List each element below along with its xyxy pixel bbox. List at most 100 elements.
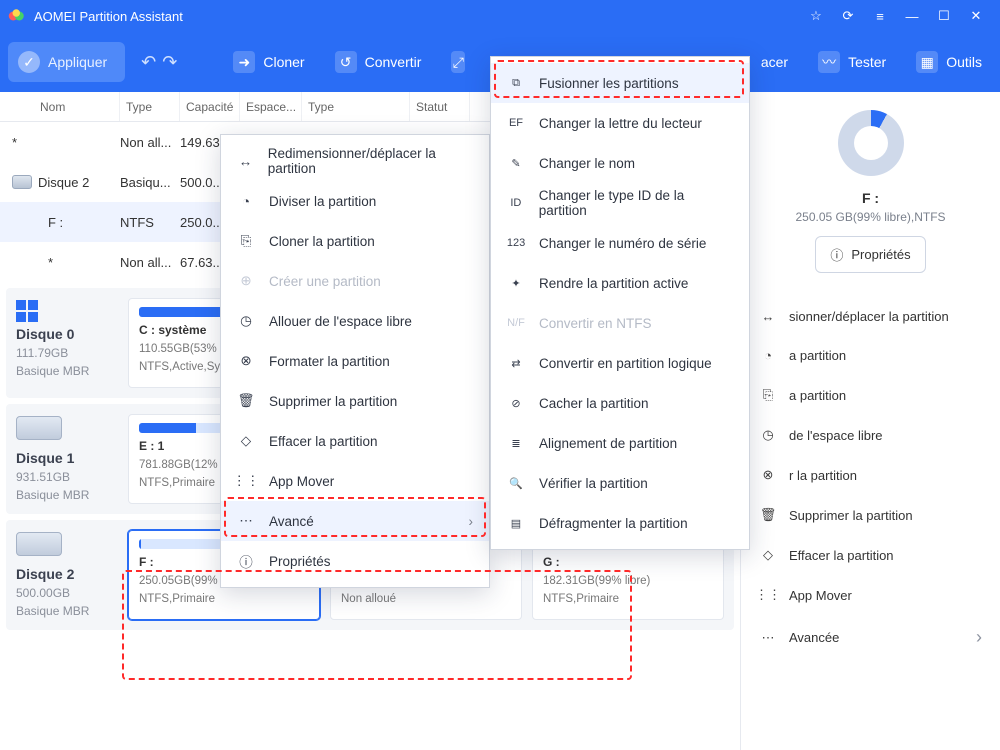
details-title: F : <box>862 190 879 206</box>
submenu-item[interactable]: ✎Changer le nom <box>491 143 749 183</box>
properties-button[interactable]: ⓘPropriétés <box>815 236 925 273</box>
details-action[interactable]: ⎘a partition <box>755 375 986 415</box>
context-menu-item[interactable]: ◔Diviser la partition <box>221 181 489 221</box>
apply-label: Appliquer <box>48 54 107 70</box>
convert-button[interactable]: ↺Convertir <box>325 45 432 79</box>
context-menu-item[interactable]: ⊗Formater la partition <box>221 341 489 381</box>
context-menu-item: ⊕Créer une partition <box>221 261 489 301</box>
details-action[interactable]: ⊗r la partition <box>755 455 986 495</box>
menu-item-label: Défragmenter la partition <box>539 516 688 531</box>
maximize-button[interactable]: ☐ <box>928 0 960 32</box>
menu-item-label: Alignement de partition <box>539 436 677 451</box>
disk-name: Disque 2 <box>16 566 108 582</box>
expand-icon: ⤢ <box>451 51 465 73</box>
close-button[interactable]: ✕ <box>960 0 992 32</box>
submenu-item[interactable]: ≣Alignement de partition <box>491 423 749 463</box>
clone-button[interactable]: ➜Cloner <box>223 45 314 79</box>
usage-pie-icon <box>838 110 904 176</box>
context-menu-item[interactable]: ⋮⋮App Mover <box>221 461 489 501</box>
partition-fs: Non alloué <box>341 593 511 605</box>
submenu-item[interactable]: ✦Rendre la partition active <box>491 263 749 303</box>
menu-item-icon: ⊘ <box>507 397 525 410</box>
details-action[interactable]: ◇Effacer la partition <box>755 535 986 575</box>
context-menu-item[interactable]: 🗑Supprimer la partition <box>221 381 489 421</box>
details-action[interactable]: ⋮⋮App Mover <box>755 575 986 615</box>
col-type2[interactable]: Type <box>302 92 410 121</box>
erase-button[interactable]: acer <box>751 48 798 76</box>
context-menu-item[interactable]: ⋯Avancé› <box>221 501 489 541</box>
details-actions: ↔sionner/déplacer la partition◔a partiti… <box>755 297 986 660</box>
menu-item-icon: ◔ <box>237 194 255 209</box>
context-menu-item[interactable]: ↔Redimensionner/déplacer la partition <box>221 141 489 181</box>
menu-item-icon: 🗑 <box>237 393 255 409</box>
details-action[interactable]: ⋯Avancée <box>755 615 986 660</box>
col-nom[interactable]: Nom <box>0 92 120 121</box>
menu-item-icon: 123 <box>507 237 525 249</box>
disk-name: Disque 0 <box>16 326 108 342</box>
undo-button[interactable]: ↶ <box>141 52 156 73</box>
row-name: * <box>12 135 17 150</box>
erase-label: acer <box>761 54 788 70</box>
tools-button[interactable]: ▦Outils <box>906 45 992 79</box>
context-menu-item[interactable]: ⎘Cloner la partition <box>221 221 489 261</box>
context-menu-item[interactable]: ◇Effacer la partition <box>221 421 489 461</box>
undo-redo: ↶ ↷ <box>141 52 177 73</box>
refresh-icon[interactable]: ⟳ <box>832 0 864 32</box>
menu-item-label: Changer le numéro de série <box>539 236 706 251</box>
submenu-item[interactable]: IDChanger le type ID de la partition <box>491 183 749 223</box>
action-icon: ↔ <box>759 309 777 324</box>
menu-item-icon: ⊗ <box>237 353 255 369</box>
partition-name: G : <box>543 555 713 569</box>
menu-item-label: Vérifier la partition <box>539 476 648 491</box>
menu-item-label: Convertir en partition logique <box>539 356 712 371</box>
context-menu: ↔Redimensionner/déplacer la partition◔Di… <box>220 134 490 588</box>
menu-item-icon: ✦ <box>507 277 525 290</box>
col-esp[interactable]: Espace... <box>240 92 302 121</box>
redo-button[interactable]: ↷ <box>162 52 177 73</box>
tools-label: Outils <box>946 54 982 70</box>
check-icon: ✓ <box>18 51 40 73</box>
submenu-item[interactable]: 🔍Vérifier la partition <box>491 463 749 503</box>
col-stat[interactable]: Statut <box>410 92 470 121</box>
menu-item-label: Redimensionner/déplacer la partition <box>268 146 473 176</box>
menu-item-icon: ID <box>507 197 525 209</box>
disk-size: 500.00GB <box>16 586 108 600</box>
partition-fs: NTFS,Primaire <box>139 593 309 605</box>
submenu-item[interactable]: 123 Changer le numéro de série <box>491 223 749 263</box>
submenu-item[interactable]: ⧉Fusionner les partitions <box>491 63 749 103</box>
disk-side: Disque 2500.00GBBasique MBR <box>6 520 118 630</box>
menu-item-icon: ⋯ <box>237 513 255 529</box>
favorite-icon[interactable]: ☆ <box>800 0 832 32</box>
details-action[interactable]: ◷de l'espace libre <box>755 415 986 455</box>
menu-item-icon: ◇ <box>237 433 255 449</box>
menu-icon[interactable]: ≡ <box>864 0 896 32</box>
minimize-button[interactable]: — <box>896 0 928 32</box>
row-type: Non all... <box>120 255 180 270</box>
disk-bus: Basique MBR <box>16 488 108 502</box>
disk-icon <box>16 532 62 556</box>
menu-item-icon: ⇄ <box>507 357 525 370</box>
submenu-item[interactable]: ⊘Cacher la partition <box>491 383 749 423</box>
submenu-item: N/FConvertir en NTFS <box>491 303 749 343</box>
details-action[interactable]: 🗑Supprimer la partition <box>755 495 986 535</box>
submenu-item[interactable]: EFChanger la lettre du lecteur <box>491 103 749 143</box>
submenu-item[interactable]: ⇄ Convertir en partition logique <box>491 343 749 383</box>
action-icon: ◔ <box>759 348 777 363</box>
col-type[interactable]: Type <box>120 92 180 121</box>
details-action[interactable]: ↔sionner/déplacer la partition <box>755 297 986 336</box>
action-icon: ⋯ <box>759 630 777 646</box>
toolbar-extra-button[interactable]: ⤢ <box>441 45 475 79</box>
context-menu-item[interactable]: ◷Allouer de l'espace libre <box>221 301 489 341</box>
menu-item-icon: ⎘ <box>237 233 255 249</box>
menu-item-label: Convertir en NTFS <box>539 316 652 331</box>
submenu-item[interactable]: ▤Défragmenter la partition <box>491 503 749 543</box>
row-type: Non all... <box>120 135 180 150</box>
context-menu-item[interactable]: ⓘPropriétés <box>221 541 489 581</box>
action-label: Effacer la partition <box>789 548 894 563</box>
windows-icon <box>16 300 38 322</box>
apply-button[interactable]: ✓ Appliquer <box>8 42 125 82</box>
test-button[interactable]: 〰Tester <box>808 45 896 79</box>
details-action[interactable]: ◔a partition <box>755 336 986 375</box>
col-cap[interactable]: Capacité <box>180 92 240 121</box>
clone-label: Cloner <box>263 54 304 70</box>
